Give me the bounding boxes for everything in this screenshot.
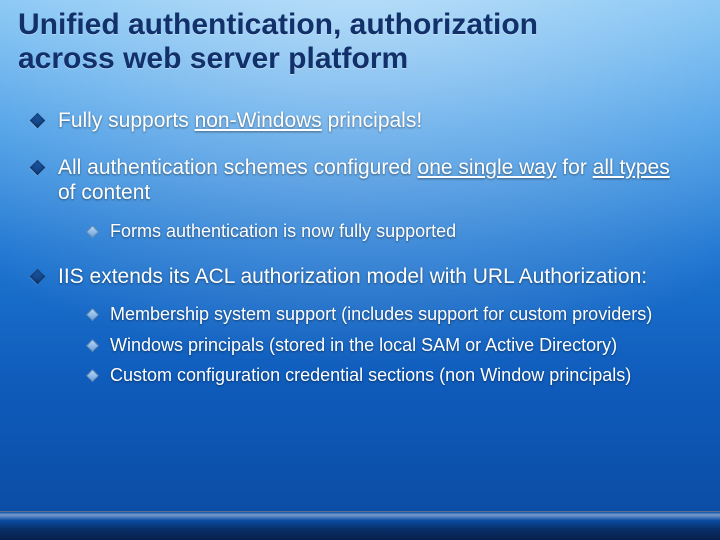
text-segment: IIS extends its ACL authorization model … xyxy=(58,265,647,288)
text-segment: one single way xyxy=(418,156,557,179)
slide: Unified authentication, authorization ac… xyxy=(0,0,720,540)
bullet-list-level-1: Fully supports non-Windows principals! Al… xyxy=(30,108,690,387)
sub-bullet-item: Membership system support (includes supp… xyxy=(88,303,690,326)
text-segment: of content xyxy=(58,181,150,204)
slide-body: Fully supports non-Windows principals! Al… xyxy=(30,108,690,409)
bullet-list-level-2: Membership system support (includes supp… xyxy=(88,303,690,387)
slide-title: Unified authentication, authorization ac… xyxy=(18,8,702,75)
text-segment: all types xyxy=(593,156,670,179)
bullet-item: All authentication schemes configured on… xyxy=(30,155,690,242)
text-segment: principals! xyxy=(322,109,422,132)
title-line-2: across web server platform xyxy=(18,42,408,75)
text-segment: for xyxy=(556,156,592,179)
sub-bullet-item: Custom configuration credential sections… xyxy=(88,364,690,387)
text-segment: Fully supports xyxy=(58,109,195,132)
text-segment: Windows principals (stored in the local … xyxy=(110,335,617,355)
text-segment: Forms authentication is now fully suppor… xyxy=(110,221,456,241)
footer-band xyxy=(0,511,720,540)
bullet-item: IIS extends its ACL authorization model … xyxy=(30,264,690,387)
text-segment: Membership system support (includes supp… xyxy=(110,304,652,324)
text-segment: non-Windows xyxy=(195,109,322,132)
text-segment: All authentication schemes configured xyxy=(58,156,418,179)
bullet-list-level-2: Forms authentication is now fully suppor… xyxy=(88,220,690,243)
sub-bullet-item: Windows principals (stored in the local … xyxy=(88,334,690,357)
title-line-1: Unified authentication, authorization xyxy=(18,8,538,41)
bullet-item: Fully supports non-Windows principals! xyxy=(30,108,690,133)
text-segment: Custom configuration credential sections… xyxy=(110,365,631,385)
sub-bullet-item: Forms authentication is now fully suppor… xyxy=(88,220,690,243)
